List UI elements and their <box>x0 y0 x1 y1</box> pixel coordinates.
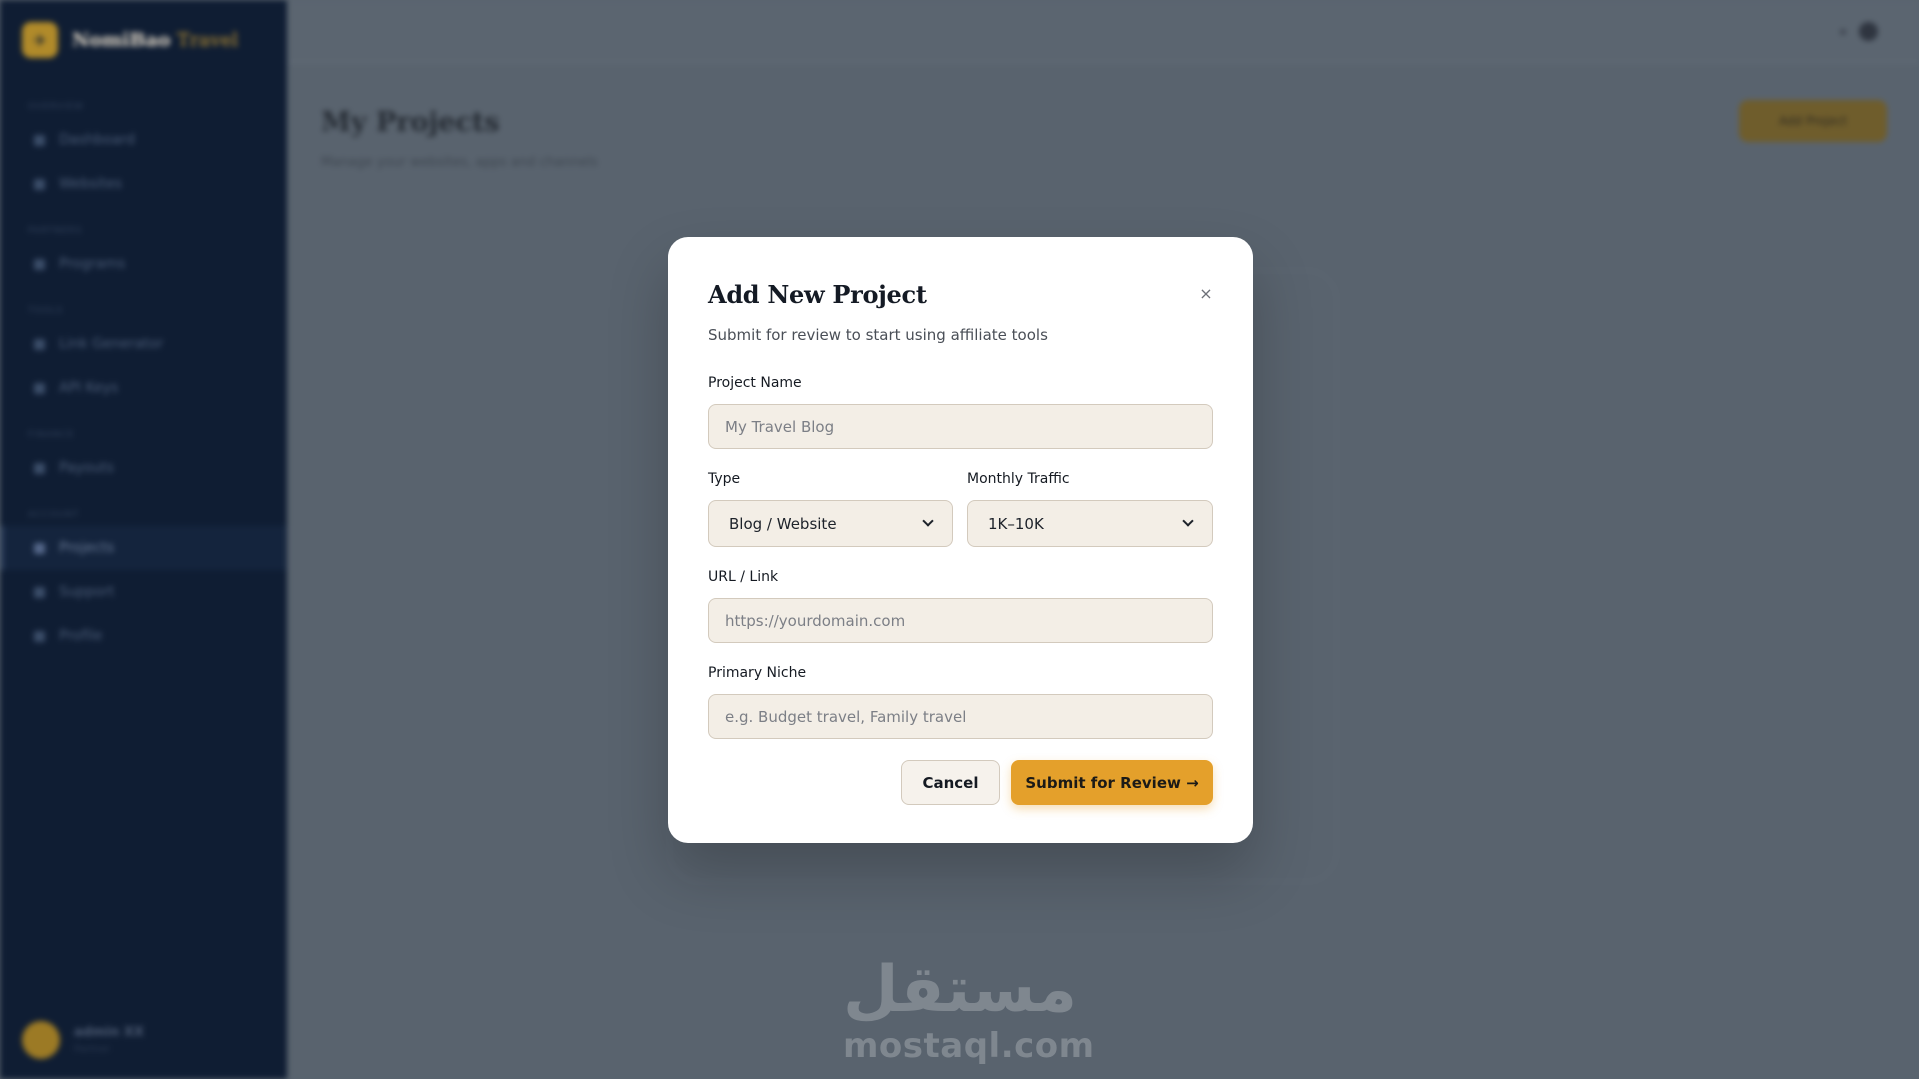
primary-niche-input[interactable] <box>708 694 1213 739</box>
type-select[interactable]: Blog / Website <box>708 500 953 547</box>
brand: ✈ NomiBao Travel <box>22 22 238 58</box>
chat-icon <box>34 586 45 598</box>
sidebar-item-profile[interactable]: Profile <box>0 614 287 658</box>
sidebar-item-payouts[interactable]: Payouts <box>0 446 287 490</box>
sidebar-item-support[interactable]: Support <box>0 570 287 614</box>
watermark: مستقل mostaql.com <box>842 950 1095 1066</box>
sidebar-item-label: Support <box>59 584 115 600</box>
websites-icon <box>34 178 45 190</box>
sidebar-item-api-keys[interactable]: API Keys <box>0 366 287 410</box>
sidebar-item-dashboard[interactable]: Dashboard <box>0 118 287 162</box>
nav-section-title: Overview <box>28 102 84 112</box>
project-name-label: Project Name <box>708 375 802 391</box>
page-subtitle: Manage your websites, apps and channels <box>321 155 598 170</box>
sidebar-item-label: Profile <box>59 628 103 644</box>
chevron-down-icon <box>922 515 934 527</box>
topbar <box>287 0 1919 63</box>
monthly-traffic-select[interactable]: 1K–10K <box>967 500 1213 547</box>
sidebar-item-projects[interactable]: Projects <box>0 526 287 570</box>
brand-name: NomiBao Travel <box>72 29 238 51</box>
sidebar-item-label: API Keys <box>59 380 119 396</box>
programs-icon <box>34 258 45 270</box>
url-label: URL / Link <box>708 569 779 585</box>
folder-icon <box>34 542 45 554</box>
sidebar-item-label: Payouts <box>59 460 114 476</box>
sidebar-item-label: Dashboard <box>59 132 135 148</box>
modal-subtitle: Submit for review to start using affilia… <box>708 326 1048 344</box>
cancel-button[interactable]: Cancel <box>901 760 1000 805</box>
url-input[interactable] <box>708 598 1213 643</box>
user-name: admin XX <box>74 1025 144 1040</box>
key-icon <box>34 382 45 394</box>
user-role: Partner <box>74 1044 111 1055</box>
topbar-avatar[interactable] <box>1859 22 1878 41</box>
brand-suffix: Travel <box>177 29 239 51</box>
add-project-button[interactable]: Add Project <box>1739 100 1887 142</box>
add-project-modal: Add New Project Submit for review to sta… <box>668 237 1253 843</box>
modal-title: Add New Project <box>708 280 927 309</box>
sidebar-item-websites[interactable]: Websites <box>0 162 287 206</box>
page-title: My Projects <box>321 107 500 138</box>
notification-icon[interactable] <box>1840 29 1846 35</box>
nav-section-title: Tools <box>28 306 64 316</box>
brand-name-text: NomiBao <box>72 29 171 51</box>
submit-for-review-button[interactable]: Submit for Review → <box>1011 760 1213 805</box>
wallet-icon <box>34 462 45 474</box>
type-label: Type <box>708 471 741 487</box>
user-info: admin XX Partner <box>74 1025 144 1055</box>
sidebar: ✈ NomiBao Travel Overview Dashboard Webs… <box>0 0 287 1079</box>
close-icon[interactable]: × <box>1195 282 1217 304</box>
chevron-down-icon <box>1182 515 1194 527</box>
nav-section-title: Finance <box>28 430 75 440</box>
sidebar-item-label: Projects <box>59 540 115 556</box>
type-select-value: Blog / Website <box>729 514 837 533</box>
user-card[interactable]: admin XX Partner <box>22 1021 267 1059</box>
link-icon <box>34 338 45 350</box>
sidebar-item-label: Websites <box>59 176 123 192</box>
watermark-latin: mostaql.com <box>843 1026 1095 1066</box>
nav-section-title: Partners <box>28 226 83 236</box>
user-icon <box>34 630 45 642</box>
brand-logo-icon: ✈ <box>22 22 58 58</box>
dashboard-icon <box>34 134 45 146</box>
watermark-arabic: مستقل <box>842 953 1077 1027</box>
project-name-input[interactable] <box>708 404 1213 449</box>
sidebar-item-label: Link Generator <box>59 336 164 352</box>
monthly-traffic-label: Monthly Traffic <box>967 471 1070 487</box>
sidebar-item-label: Programs <box>59 256 126 272</box>
sidebar-item-programs[interactable]: Programs <box>0 242 287 286</box>
primary-niche-label: Primary Niche <box>708 665 807 681</box>
avatar <box>22 1021 60 1059</box>
nav-section-title: Account <box>28 510 80 520</box>
sidebar-item-link-generator[interactable]: Link Generator <box>0 322 287 366</box>
monthly-traffic-value: 1K–10K <box>988 514 1044 533</box>
sidebar-nav: Overview Dashboard Websites Partners Pro… <box>0 96 287 658</box>
